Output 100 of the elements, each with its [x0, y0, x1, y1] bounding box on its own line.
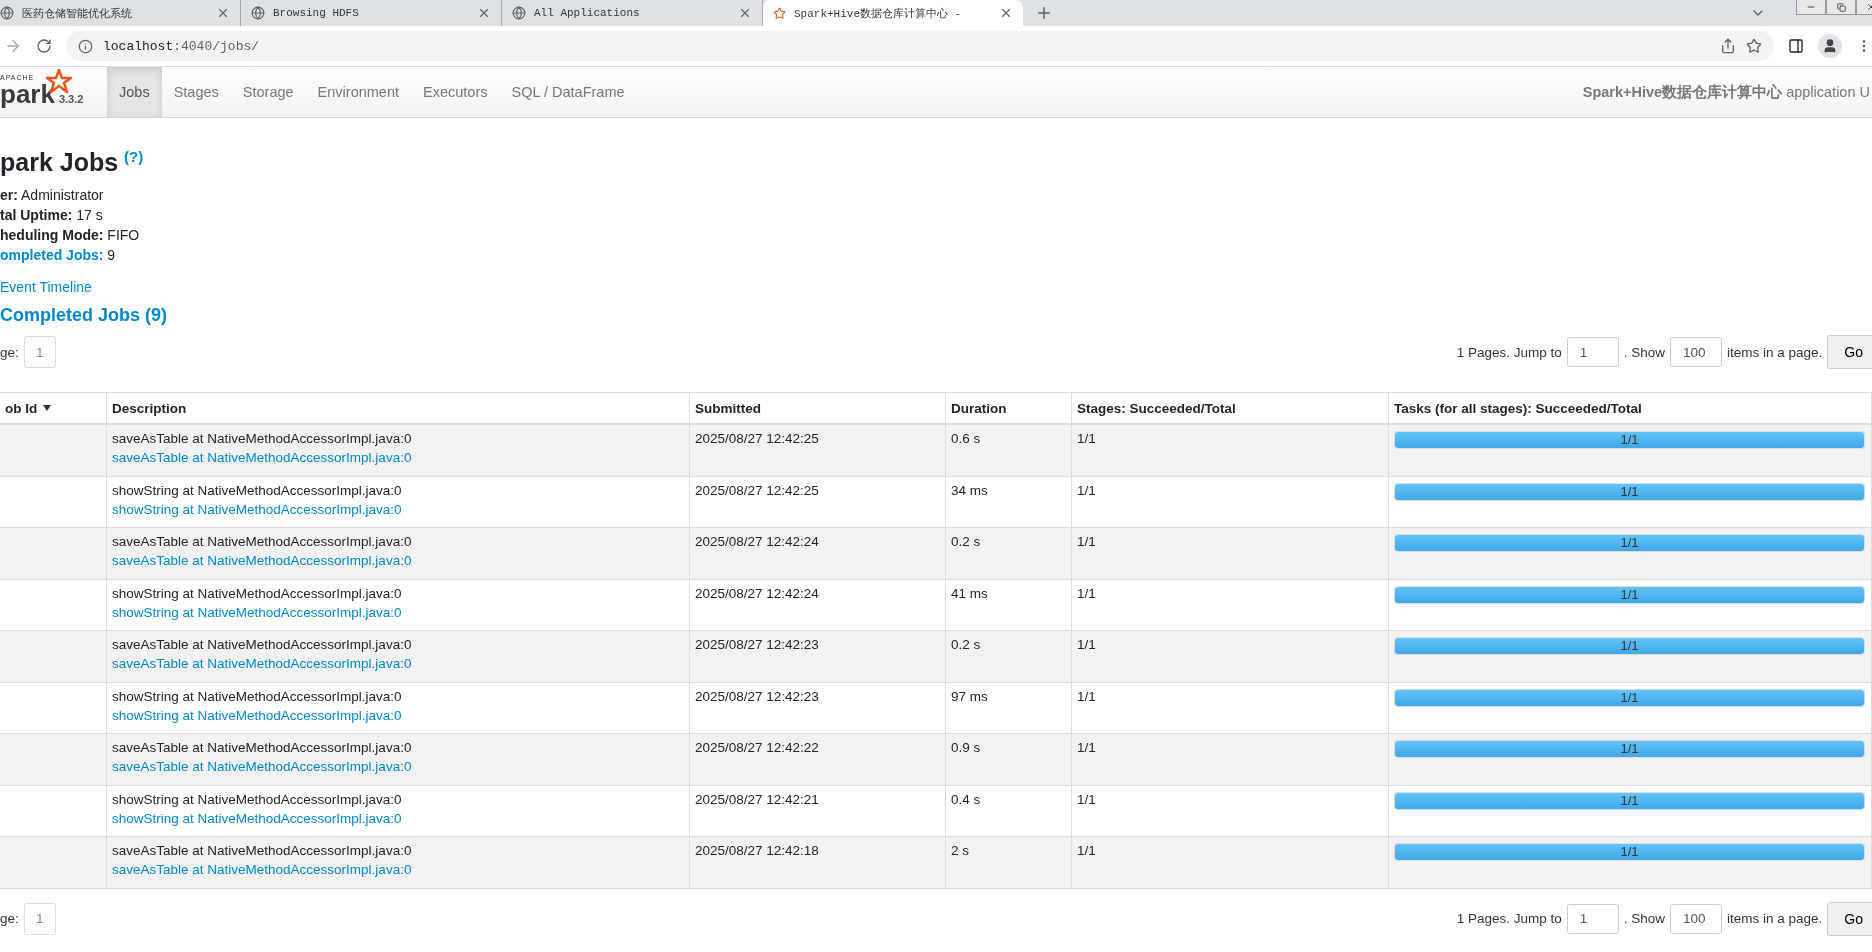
table-cell: 2025/08/27 12:42:23 — [690, 682, 946, 734]
pages-text: 1 Pages. Jump to — [1456, 911, 1562, 926]
summary-line: heduling Mode: FIFO — [0, 227, 141, 243]
reload-icon[interactable] — [36, 38, 52, 54]
progress-text: 1/1 — [1619, 844, 1640, 860]
items-text: items in a page. — [1727, 344, 1823, 360]
table-cell: 2025/08/27 12:42:18 — [690, 837, 946, 889]
page-title: park Jobs — [0, 148, 119, 177]
logo-word: park — [0, 81, 55, 107]
star-icon — [773, 6, 786, 20]
table-cell: 1/1 — [1072, 476, 1389, 528]
page-label: ge: — [0, 911, 19, 926]
page-number[interactable]: 1 — [23, 902, 56, 935]
table-cell: 1/1 — [1072, 785, 1389, 837]
table-cell: 34 ms — [946, 476, 1072, 528]
table-cell: 2 s — [946, 837, 1072, 889]
progress-text: 1/1 — [1619, 792, 1640, 809]
nav-tab[interactable]: SQL / DataFrame — [499, 67, 637, 117]
job-link[interactable]: saveAsTable at NativeMethodAccessorImpl.java:0 — [112, 862, 684, 877]
table-cell: 2025/08/27 12:42:21 — [690, 785, 946, 837]
description-text: showString at NativeMethodAccessorImpl.java:0 — [112, 791, 403, 807]
table-cell: 2025/08/27 12:42:25 — [690, 476, 946, 528]
job-link[interactable]: saveAsTable at NativeMethodAccessorImpl.java:0 — [112, 553, 684, 568]
show-text: . Show — [1623, 911, 1665, 926]
help-link[interactable]: (?) — [124, 148, 144, 165]
progress-text: 1/1 — [1619, 535, 1640, 551]
side-panel-icon[interactable] — [1788, 38, 1804, 54]
nav-tab[interactable]: Stages — [161, 67, 231, 117]
table-cell: 41 ms — [946, 579, 1072, 631]
sort-down-icon — [43, 405, 52, 411]
globe-icon — [251, 6, 265, 20]
description-text: saveAsTable at NativeMethodAccessorImpl.java:0 — [112, 431, 413, 446]
progress-text: 1/1 — [1619, 741, 1640, 757]
nav-tab[interactable]: Environment — [305, 67, 411, 117]
progress-text: 1/1 — [1619, 432, 1640, 448]
table-cell: 0.4 s — [946, 785, 1072, 837]
close-icon[interactable] — [216, 6, 230, 20]
table-cell: 97 ms — [946, 682, 1072, 734]
close-icon[interactable] — [738, 6, 752, 20]
nav-tab[interactable]: Jobs — [107, 67, 162, 117]
items-text: items in a page. — [1727, 911, 1823, 926]
table-cell: 2025/08/27 12:42:25 — [690, 425, 946, 477]
description-text: saveAsTable at NativeMethodAccessorImpl.java:0 — [112, 637, 413, 652]
job-link[interactable]: saveAsTable at NativeMethodAccessorImpl.java:0 — [112, 759, 684, 774]
share-icon[interactable] — [1720, 38, 1736, 54]
nav-tab[interactable]: Executors — [411, 67, 500, 117]
table-cell: 1/1 — [1072, 837, 1389, 889]
address-bar[interactable]: localhost:4040/jobs/ — [66, 31, 1774, 61]
job-link[interactable]: showString at NativeMethodAccessorImpl.java:0 — [112, 501, 684, 517]
page-size-field[interactable]: 100 — [1670, 903, 1722, 934]
page-size-field[interactable]: 100 — [1670, 337, 1722, 367]
browser-tab[interactable]: Spark+Hive数据仓库计算中心 - — [763, 0, 1023, 26]
event-timeline-link[interactable]: Event Timeline — [0, 279, 1872, 295]
table-cell: 1/1 — [1072, 682, 1389, 734]
app-title: Spark+Hive数据仓库计算中心 application U — [1582, 82, 1870, 102]
summary-line: tal Uptime: 17 s — [0, 207, 104, 223]
table-cell: 2025/08/27 12:42:22 — [690, 734, 946, 786]
table-cell: 1/1 — [1072, 528, 1389, 580]
summary-line: er: Administrator — [0, 187, 105, 203]
go-button[interactable]: Go — [1827, 901, 1872, 936]
close-icon[interactable] — [999, 6, 1013, 20]
table-cell: 0.6 s — [946, 425, 1072, 477]
job-link[interactable]: saveAsTable at NativeMethodAccessorImpl.java:0 — [112, 656, 684, 671]
table-cell: 0.2 s — [946, 631, 1072, 683]
section-title[interactable]: Completed Jobs (9) — [0, 305, 1872, 326]
progress-text: 1/1 — [1619, 689, 1640, 706]
jump-field[interactable]: 1 — [1566, 903, 1619, 934]
profile-icon[interactable] — [1818, 34, 1842, 58]
version-text: 3.3.2 — [58, 93, 84, 105]
description-text: saveAsTable at NativeMethodAccessorImpl.java:0 — [112, 534, 413, 549]
page-label: ge: — [0, 344, 19, 360]
new-tab-icon[interactable] — [1035, 4, 1053, 22]
close-icon[interactable] — [477, 6, 491, 20]
table-cell: 0.2 s — [946, 528, 1072, 580]
go-button[interactable]: Go — [1827, 335, 1872, 369]
nav-tab[interactable]: Storage — [230, 67, 306, 117]
page-number[interactable]: 1 — [23, 336, 56, 368]
url-text: localhost:4040/jobs/ — [103, 38, 260, 54]
job-link[interactable]: showString at NativeMethodAccessorImpl.java:0 — [112, 810, 684, 826]
job-link[interactable]: showString at NativeMethodAccessorImpl.java:0 — [112, 604, 684, 620]
job-link[interactable]: saveAsTable at NativeMethodAccessorImpl.java:0 — [112, 450, 684, 465]
table-cell: 1/1 — [1072, 734, 1389, 786]
table-cell: 0.9 s — [946, 734, 1072, 786]
table-cell: 1/1 — [1072, 425, 1389, 477]
globe-icon — [0, 6, 14, 20]
table-cell: 2025/08/27 12:42:24 — [690, 579, 946, 631]
star-icon[interactable] — [1746, 38, 1762, 54]
description-text: showString at NativeMethodAccessorImpl.java:0 — [112, 585, 403, 601]
info-icon — [78, 38, 93, 54]
job-link[interactable]: showString at NativeMethodAccessorImpl.java:0 — [112, 707, 684, 723]
summary-line[interactable]: ompleted Jobs: 9 — [0, 247, 1872, 263]
table-cell: 1/1 — [1072, 631, 1389, 683]
table-cell: 2025/08/27 12:42:24 — [690, 528, 946, 580]
restore-icon[interactable] — [1826, 0, 1856, 15]
pages-text: 1 Pages. Jump to — [1456, 344, 1562, 360]
description-text: saveAsTable at NativeMethodAccessorImpl.java:0 — [112, 843, 413, 858]
progress-text: 1/1 — [1619, 638, 1640, 654]
description-text: showString at NativeMethodAccessorImpl.java:0 — [112, 688, 403, 704]
table-cell: 2025/08/27 12:42:23 — [690, 631, 946, 683]
jump-field[interactable]: 1 — [1566, 337, 1619, 367]
